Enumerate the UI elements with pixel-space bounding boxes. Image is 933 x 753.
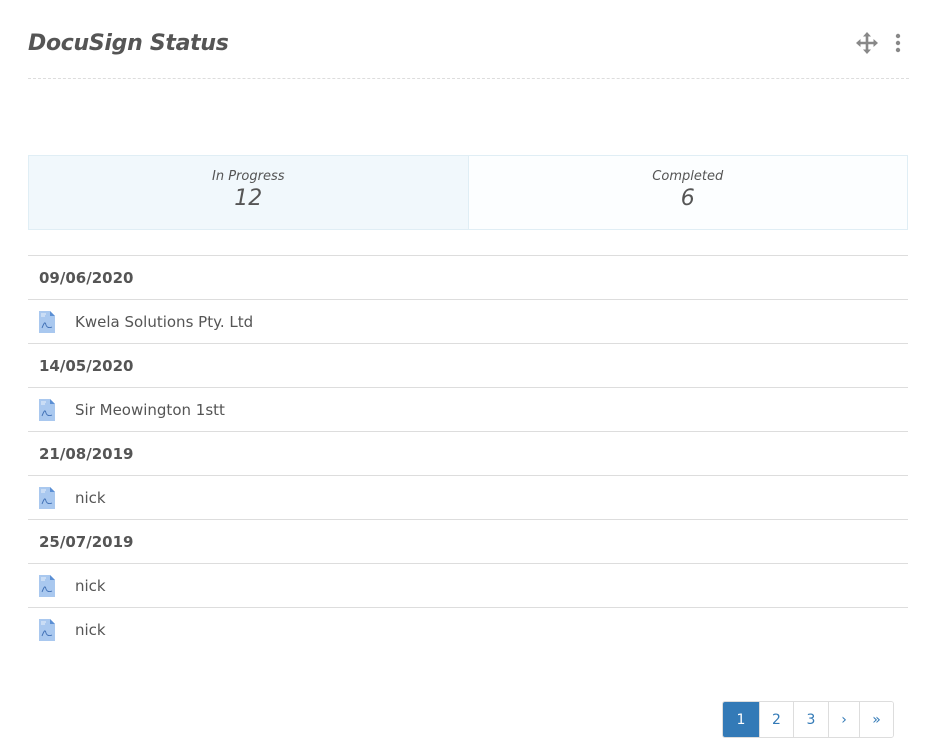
list-item[interactable]: nick bbox=[28, 476, 908, 520]
header-actions bbox=[855, 31, 901, 55]
date-header: 09/06/2020 bbox=[28, 256, 908, 300]
document-name: nick bbox=[75, 488, 106, 507]
list-item[interactable]: Kwela Solutions Pty. Ltd bbox=[28, 300, 908, 344]
stat-in-progress-value: 12 bbox=[234, 186, 263, 211]
pdf-file-icon bbox=[38, 486, 56, 509]
document-name: Kwela Solutions Pty. Ltd bbox=[75, 312, 254, 331]
status-summary: In Progress 12 Completed 6 bbox=[28, 155, 908, 230]
last-page-button[interactable]: » bbox=[859, 702, 893, 737]
widget-header: DocuSign Status bbox=[28, 0, 909, 79]
stat-in-progress-label: In Progress bbox=[212, 169, 285, 184]
move-icon[interactable] bbox=[855, 31, 879, 55]
stat-in-progress[interactable]: In Progress 12 bbox=[29, 156, 468, 229]
page-1-button[interactable]: 1 bbox=[723, 702, 759, 737]
widget-title: DocuSign Status bbox=[28, 31, 229, 56]
stat-completed-label: Completed bbox=[652, 169, 724, 184]
stat-completed[interactable]: Completed 6 bbox=[467, 156, 907, 229]
date-header: 21/08/2019 bbox=[28, 432, 908, 476]
pdf-file-icon bbox=[38, 618, 56, 641]
stat-completed-value: 6 bbox=[680, 186, 695, 211]
pdf-file-icon bbox=[38, 310, 56, 333]
pdf-file-icon bbox=[38, 398, 56, 421]
pagination: 1 2 3 › » bbox=[722, 701, 894, 738]
date-header: 25/07/2019 bbox=[28, 520, 908, 564]
list-item[interactable]: nick bbox=[28, 608, 908, 651]
page-2-button[interactable]: 2 bbox=[759, 702, 793, 737]
date-header: 14/05/2020 bbox=[28, 344, 908, 388]
document-list: 09/06/2020 Kwela Solutions Pty. Ltd 14/0… bbox=[28, 255, 908, 651]
list-item[interactable]: nick bbox=[28, 564, 908, 608]
page-3-button[interactable]: 3 bbox=[793, 702, 828, 737]
document-name: nick bbox=[75, 620, 106, 639]
list-item[interactable]: Sir Meowington 1stt bbox=[28, 388, 908, 432]
document-name: nick bbox=[75, 576, 106, 595]
more-options-icon[interactable] bbox=[895, 33, 901, 53]
document-name: Sir Meowington 1stt bbox=[75, 400, 225, 419]
pdf-file-icon bbox=[38, 574, 56, 597]
next-page-button[interactable]: › bbox=[828, 702, 859, 737]
